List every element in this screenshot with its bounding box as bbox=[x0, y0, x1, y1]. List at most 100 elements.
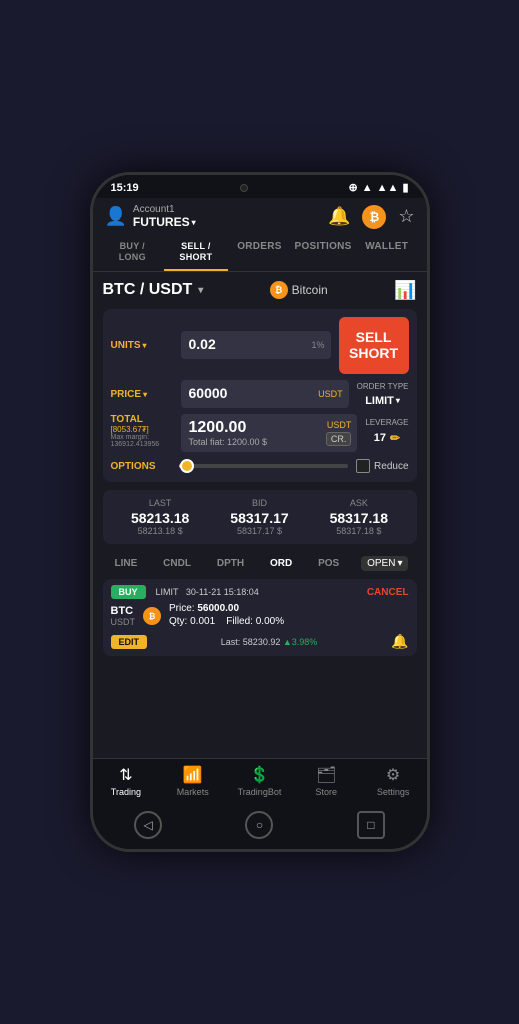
battery-icon: ▮ bbox=[402, 181, 408, 194]
store-label: Store bbox=[316, 787, 338, 797]
price-value: 60000 bbox=[189, 385, 228, 401]
header-icons: 🔔 ₿ ☆ bbox=[328, 205, 415, 229]
network-icon: ▲▲ bbox=[377, 182, 399, 194]
btc-icon[interactable]: ₿ bbox=[362, 205, 386, 229]
tab-sell-short[interactable]: SELL /SHORT bbox=[164, 235, 228, 271]
chart-tab-line[interactable]: LINE bbox=[111, 556, 142, 571]
status-time: 15:19 bbox=[111, 182, 139, 194]
order-type-value[interactable]: LIMIT ▾ bbox=[365, 395, 400, 407]
pair-name-text: BTC / USDT bbox=[103, 281, 193, 299]
pair-name[interactable]: BTC / USDT ▾ bbox=[103, 281, 204, 299]
notification-bell-icon[interactable]: 🔔 bbox=[328, 206, 350, 227]
right-panel: ORDER TYPE LIMIT ▾ bbox=[357, 382, 409, 407]
form-area: UNITS ▾ 0.02 1% SELLSHORT PRICE ▾ bbox=[103, 309, 417, 483]
price-row: PRICE ▾ 60000 USDT ORDER TYPE LIMIT ▾ bbox=[111, 380, 409, 408]
order-bottom: EDIT Last: 58230.92 ▲3.98% 🔔 bbox=[111, 633, 409, 650]
bottom-nav: ⇅ Trading 📶 Markets 💲 TradingBot 🗂 Store… bbox=[93, 758, 427, 805]
price-label: PRICE ▾ bbox=[111, 389, 181, 400]
leverage-value[interactable]: 17 ✏ bbox=[374, 431, 400, 445]
total-row: TOTAL [8053.67₮] Max margin: 136912.4139… bbox=[111, 414, 409, 452]
units-dropdown[interactable]: ▾ bbox=[143, 341, 147, 350]
pair-dropdown-icon: ▾ bbox=[198, 285, 203, 296]
cr-button[interactable]: CR. bbox=[326, 432, 352, 446]
leverage-label: LEVERAGE bbox=[365, 418, 408, 427]
chart-icon[interactable]: 📊 bbox=[394, 280, 416, 301]
tab-wallet[interactable]: WALLET bbox=[355, 235, 419, 271]
account-info: Account1 FUTURES ▾ bbox=[133, 204, 196, 229]
order-last-info: Last: 58230.92 ▲3.98% bbox=[221, 637, 318, 647]
total-label-area: TOTAL [8053.67₮] Max margin: 136912.4139… bbox=[111, 414, 181, 448]
back-button[interactable]: ◁ bbox=[134, 811, 162, 839]
open-dropdown[interactable]: OPEN ▾ bbox=[361, 556, 408, 571]
futures-button[interactable]: FUTURES ▾ bbox=[133, 215, 196, 229]
notch bbox=[204, 183, 284, 193]
home-icon: ○ bbox=[256, 818, 263, 832]
price-dropdown[interactable]: ▾ bbox=[143, 390, 147, 399]
units-row: UNITS ▾ 0.02 1% SELLSHORT bbox=[111, 317, 409, 375]
total-brackets: [8053.67₮] bbox=[111, 425, 181, 434]
tab-buy-long[interactable]: BUY /LONG bbox=[101, 235, 165, 271]
order-middle: BTC USDT ₿ Price: 56000.00 Qty: 0.001 bbox=[111, 603, 409, 629]
phone-inner: 15:19 ⊕ ▲ ▲▲ ▮ 👤 Account1 FUTURES ▾ bbox=[93, 175, 427, 849]
order-last-val: 58230.92 bbox=[243, 637, 281, 647]
store-icon: 🗂 bbox=[316, 765, 336, 785]
chart-tab-pos[interactable]: POS bbox=[314, 556, 343, 571]
nav-trading[interactable]: ⇅ Trading bbox=[93, 765, 160, 797]
nav-settings[interactable]: ⚙ Settings bbox=[360, 765, 427, 797]
trading-label: Trading bbox=[111, 787, 141, 797]
header: 👤 Account1 FUTURES ▾ 🔔 ₿ ☆ bbox=[93, 198, 427, 235]
order-bell-icon[interactable]: 🔔 bbox=[391, 633, 408, 650]
home-button[interactable]: ○ bbox=[245, 811, 273, 839]
reduce-checkbox[interactable] bbox=[356, 459, 370, 473]
options-slider[interactable] bbox=[179, 458, 349, 474]
slider-thumb[interactable] bbox=[180, 459, 194, 473]
pair-row: BTC / USDT ▾ ₿ Bitcoin 📊 bbox=[103, 280, 417, 301]
buy-badge: BUY bbox=[111, 585, 146, 599]
bid-sub: 58317.17 $ bbox=[210, 526, 309, 536]
edit-button[interactable]: EDIT bbox=[111, 635, 148, 649]
order-pair-info: BTC USDT bbox=[111, 605, 136, 627]
slider-track bbox=[179, 464, 349, 468]
reduce-label: Reduce bbox=[374, 461, 408, 472]
order-top: BUY LIMIT 30-11-21 15:18:04 CANCEL bbox=[111, 585, 409, 599]
ask-price-item: ASK 58317.18 58317.18 $ bbox=[309, 498, 408, 536]
recent-apps-button[interactable]: □ bbox=[357, 811, 385, 839]
last-sub: 58213.18 $ bbox=[111, 526, 210, 536]
order-pair-name: BTC bbox=[111, 605, 136, 617]
account-section: 👤 Account1 FUTURES ▾ bbox=[105, 204, 196, 229]
cancel-button[interactable]: CANCEL bbox=[367, 587, 409, 598]
tab-orders[interactable]: ORDERS bbox=[228, 235, 292, 271]
coin-name: Bitcoin bbox=[292, 283, 328, 297]
nav-store[interactable]: 🗂 Store bbox=[293, 765, 360, 797]
max-margin: Max margin: 136912.413956 bbox=[111, 434, 181, 448]
markets-label: Markets bbox=[177, 787, 209, 797]
tab-positions[interactable]: POSITIONS bbox=[291, 235, 355, 271]
reduce-area: Reduce bbox=[356, 459, 408, 473]
edit-leverage-icon[interactable]: ✏ bbox=[390, 431, 400, 445]
total-label: TOTAL bbox=[111, 414, 181, 425]
chart-tab-ord[interactable]: ORD bbox=[266, 556, 296, 571]
open-dropdown-icon: ▾ bbox=[397, 558, 402, 569]
phone-frame: 15:19 ⊕ ▲ ▲▲ ▮ 👤 Account1 FUTURES ▾ bbox=[90, 172, 430, 852]
units-input[interactable]: 0.02 1% bbox=[181, 331, 331, 359]
nav-markets[interactable]: 📶 Markets bbox=[159, 765, 226, 797]
chart-tabs: LINE CNDL DPTH ORD POS OPEN ▾ bbox=[103, 552, 417, 575]
chart-tab-dpth[interactable]: DPTH bbox=[213, 556, 248, 571]
bid-value: 58317.17 bbox=[210, 510, 309, 526]
futures-label: FUTURES bbox=[133, 215, 190, 229]
nav-tradingbot[interactable]: 💲 TradingBot bbox=[226, 765, 293, 797]
futures-dropdown-arrow: ▾ bbox=[192, 218, 196, 227]
total-input[interactable]: 1200.00 Total fiat: 1200.00 $ USDT CR. bbox=[181, 414, 358, 452]
price-input[interactable]: 60000 USDT bbox=[181, 380, 349, 408]
ask-value: 58317.18 bbox=[309, 510, 408, 526]
trading-icon: ⇅ bbox=[119, 765, 132, 785]
sell-short-button[interactable]: SELLSHORT bbox=[339, 317, 409, 375]
leverage-col: LEVERAGE 17 ✏ bbox=[365, 414, 408, 445]
chart-tab-cndl[interactable]: CNDL bbox=[159, 556, 195, 571]
market-row: LAST 58213.18 58213.18 $ BID 58317.17 58… bbox=[103, 490, 417, 544]
units-value: 0.02 bbox=[189, 336, 216, 352]
options-label: OPTIONS bbox=[111, 461, 171, 472]
favorites-star-icon[interactable]: ☆ bbox=[398, 206, 414, 227]
ask-sub: 58317.18 $ bbox=[309, 526, 408, 536]
tab-bar: BUY /LONG SELL /SHORT ORDERS POSITIONS W… bbox=[93, 235, 427, 272]
